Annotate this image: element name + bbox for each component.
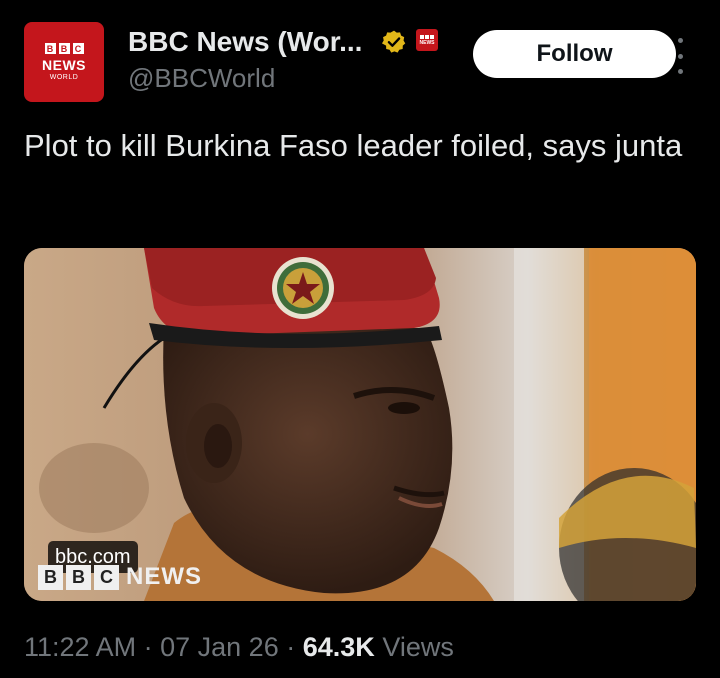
views-label: Views	[382, 632, 454, 662]
views-count[interactable]: 64.3K	[303, 632, 375, 662]
more-options-icon[interactable]	[672, 38, 688, 74]
tweet-date[interactable]: 07 Jan 26	[160, 632, 279, 662]
verified-badge-icon[interactable]	[381, 29, 407, 55]
tweet-time[interactable]: 11:22 AM	[24, 632, 136, 662]
watermark-block: C	[94, 564, 119, 590]
bbc-news-watermark: B B C NEWS	[38, 563, 202, 591]
meta-separator: ·	[143, 632, 153, 662]
watermark-block: B	[66, 564, 91, 590]
bbc-logo: B B C	[44, 43, 84, 54]
account-avatar[interactable]: B B C NEWS WORLD	[24, 22, 104, 102]
affiliate-bbc-blocks	[420, 34, 434, 39]
affiliate-badge-text: NEWS	[419, 39, 435, 46]
bbc-block: B	[58, 43, 70, 54]
follow-button[interactable]: Follow	[473, 30, 676, 78]
meta-separator: ·	[286, 632, 296, 662]
tweet-meta: 11:22 AM · 07 Jan 26 · 64.3K Views	[24, 632, 454, 663]
account-name[interactable]: BBC News (Wor...	[128, 26, 362, 58]
tweet-text: Plot to kill Burkina Faso leader foiled,…	[24, 128, 683, 163]
avatar-world-text: WORLD	[49, 74, 79, 81]
bbc-block: B	[44, 43, 56, 54]
bbc-block: C	[72, 43, 84, 54]
watermark-block: B	[38, 564, 63, 590]
account-handle[interactable]: @BBCWorld	[128, 63, 275, 94]
affiliate-badge[interactable]: NEWS	[416, 29, 438, 51]
avatar-news-text: NEWS	[42, 57, 86, 73]
watermark-news-text: NEWS	[126, 563, 202, 590]
